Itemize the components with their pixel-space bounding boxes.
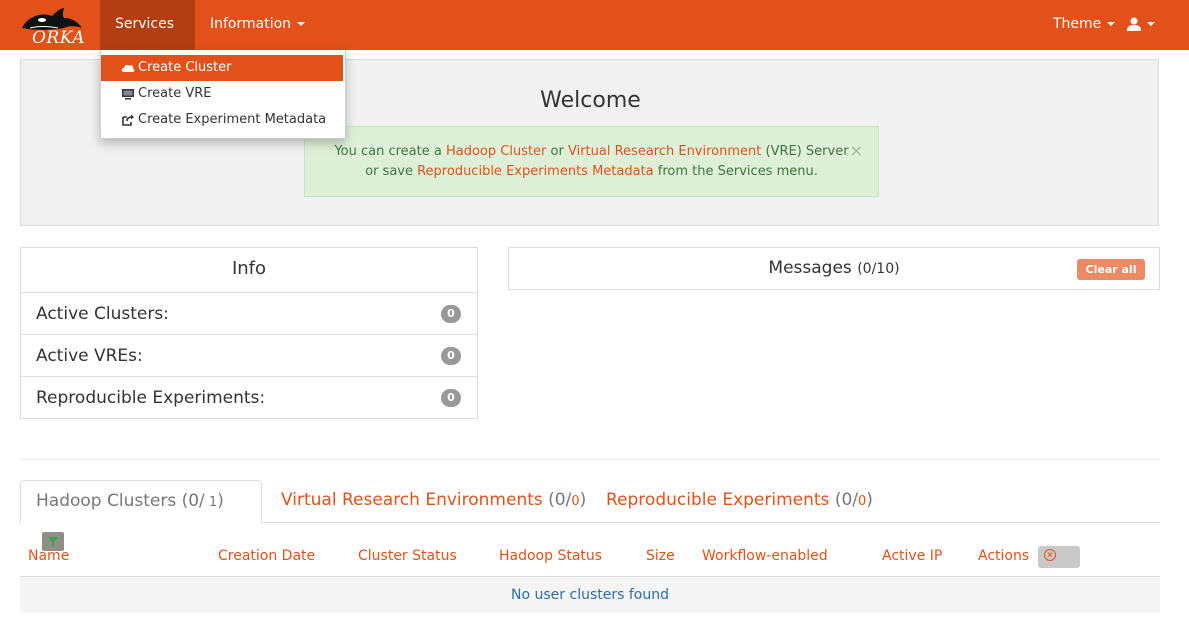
menu-item-label: Create VRE xyxy=(138,86,212,101)
caret-down-icon xyxy=(297,22,306,26)
user-menu-toggle[interactable] xyxy=(1112,0,1170,50)
column-header-cluster-status[interactable]: Cluster Status xyxy=(358,545,457,567)
menu-item-create-experiment-metadata[interactable]: Create Experiment Metadata xyxy=(101,107,343,133)
user-icon xyxy=(1127,17,1141,31)
messages-panel: Messages (0/10) Clear all xyxy=(508,247,1160,290)
alert-text: (VRE) Server xyxy=(761,144,849,159)
welcome-alert: You can create a Hadoop Cluster or Virtu… xyxy=(304,126,879,197)
tab-count: (0/0) xyxy=(548,490,587,510)
info-label: Active Clusters: xyxy=(36,304,169,324)
hadoop-cluster-link[interactable]: Hadoop Cluster xyxy=(446,144,546,159)
info-label: Reproducible Experiments: xyxy=(36,388,266,408)
tab-hadoop-clusters[interactable]: Hadoop Clusters (0/ 1) xyxy=(20,480,262,551)
tab-count: (0/ 1) xyxy=(181,491,224,511)
column-header-active-ip[interactable]: Active IP xyxy=(882,545,942,567)
column-header-size[interactable]: Size xyxy=(646,545,675,567)
info-panel: Info Active Clusters: 0 Active VREs: 0 R… xyxy=(20,247,478,419)
vre-link[interactable]: Virtual Research Environment xyxy=(568,144,761,159)
brand-name: ORKA xyxy=(32,28,86,48)
column-header-workflow-enabled[interactable]: Workflow-enabled xyxy=(702,545,828,567)
filter-button[interactable] xyxy=(42,531,64,551)
services-dropdown-menu: Create Cluster Create VRE Create Experim… xyxy=(100,50,346,139)
info-row-active-vres: Active VREs: 0 xyxy=(21,335,477,377)
top-navbar: ORKA Services Information Theme xyxy=(0,0,1189,74)
tab-label: Reproducible Experiments xyxy=(606,490,830,510)
column-header-creation-date[interactable]: Creation Date xyxy=(218,545,315,567)
alert-text: You can create a xyxy=(334,144,446,159)
caret-down-icon xyxy=(1147,22,1155,26)
services-label: Services xyxy=(115,16,175,32)
filter-icon xyxy=(48,536,58,547)
divider xyxy=(20,459,1160,460)
menu-item-create-cluster[interactable]: Create Cluster xyxy=(101,55,343,81)
information-menu-toggle[interactable]: Information xyxy=(195,0,320,50)
count-badge: 0 xyxy=(441,389,461,407)
count-badge: 0 xyxy=(441,305,461,323)
tab-count: (0/0) xyxy=(834,490,873,510)
monitor-icon xyxy=(122,88,134,99)
actions-toggle-button[interactable]: × xyxy=(1038,546,1080,568)
alert-text: or xyxy=(546,144,568,159)
column-header-actions[interactable]: Actions xyxy=(978,545,1029,567)
menu-item-label: Create Cluster xyxy=(138,60,232,75)
share-icon xyxy=(122,114,134,126)
close-icon[interactable]: × xyxy=(850,141,863,161)
tab-label: Hadoop Clusters xyxy=(36,491,177,511)
info-row-reproducible-experiments: Reproducible Experiments: 0 xyxy=(21,377,477,419)
experiments-metadata-link[interactable]: Reproducible Experiments Metadata xyxy=(417,164,654,179)
tab-reproducible-experiments[interactable]: Reproducible Experiments (0/0) xyxy=(606,480,873,523)
tab-virtual-research-environments[interactable]: Virtual Research Environments (0/0) xyxy=(281,480,586,523)
alert-text: or save xyxy=(365,164,418,179)
menu-item-label: Create Experiment Metadata xyxy=(138,112,327,127)
info-label: Active VREs: xyxy=(36,346,143,366)
theme-label: Theme xyxy=(1053,16,1102,32)
column-header-hadoop-status[interactable]: Hadoop Status xyxy=(499,545,602,567)
messages-count: (0/10) xyxy=(857,261,900,277)
menu-item-create-vre[interactable]: Create VRE xyxy=(101,81,343,107)
messages-title: Messages (0/10) xyxy=(509,248,1159,290)
tab-label: Virtual Research Environments xyxy=(281,490,543,510)
messages-label: Messages xyxy=(768,258,852,278)
cloud-icon xyxy=(121,64,135,72)
close-circle-icon: × xyxy=(1044,549,1056,561)
information-label: Information xyxy=(210,16,292,32)
brand-logo[interactable]: ORKA xyxy=(18,6,86,48)
count-badge: 0 xyxy=(441,347,461,365)
alert-text: from the Services menu. xyxy=(653,164,818,179)
table-empty-row: No user clusters found xyxy=(20,577,1160,613)
clear-all-button[interactable]: Clear all xyxy=(1077,259,1145,280)
services-menu-toggle[interactable]: Services xyxy=(100,0,195,74)
info-row-active-clusters: Active Clusters: 0 xyxy=(21,293,477,335)
info-title: Info xyxy=(21,248,477,293)
